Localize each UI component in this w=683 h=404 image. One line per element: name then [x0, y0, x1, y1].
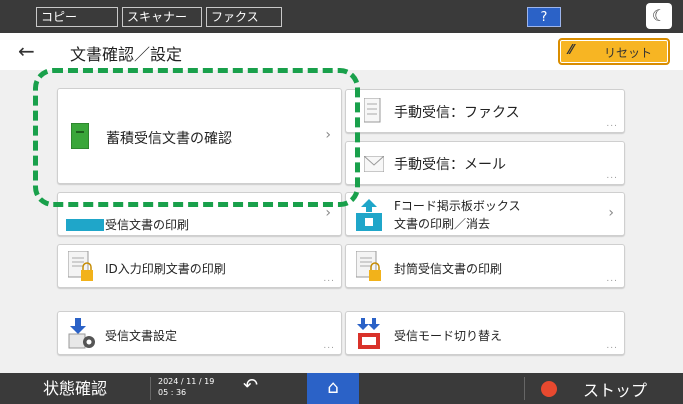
fax-document-icon — [364, 98, 381, 123]
print-received-card[interactable]: 受信文書の印刷 › — [57, 192, 342, 236]
manual-mail-label: 手動受信：メール — [394, 157, 506, 173]
more-icon: ... — [323, 341, 335, 351]
folder-green-icon — [71, 123, 89, 149]
print-received-label: 受信文書の印刷 — [105, 218, 190, 232]
home-icon: ⌂ — [327, 377, 339, 398]
header: ← 文書確認／設定 ⁄⁄ リセット — [0, 33, 683, 70]
reset-icon: ⁄⁄ — [569, 43, 574, 58]
help-button[interactable]: ? — [527, 7, 561, 27]
envelope-print-card[interactable]: 封筒受信文書の印刷 ... — [345, 244, 625, 288]
sleep-button[interactable]: ☾ — [646, 3, 672, 29]
locked-document-icon — [68, 251, 93, 281]
moon-icon: ☾ — [651, 6, 667, 25]
receive-mode-card[interactable]: 受信モード切り替え ... — [345, 311, 625, 355]
status-button[interactable]: 状態確認 — [0, 373, 148, 404]
tab-copy[interactable]: コピー — [36, 7, 118, 27]
manual-mail-card[interactable]: 手動受信：メール ... — [345, 141, 625, 185]
tab-scanner[interactable]: スキャナー — [122, 7, 202, 27]
divider — [150, 377, 151, 400]
date-text: 2024 / 11 / 19 — [158, 377, 215, 386]
envelope-print-label: 封筒受信文書の印刷 — [394, 262, 503, 276]
undo-icon: ↶ — [243, 375, 259, 396]
stored-docs-label: 蓄積受信文書の確認 — [106, 131, 232, 147]
reset-button[interactable]: ⁄⁄ リセット — [558, 38, 670, 65]
main-panel: 蓄積受信文書の確認 › 受信文書の印刷 › ID入力印刷文書の印刷 ... 受信… — [0, 68, 683, 373]
fcode-box-label-2: 文書の印刷／消去 — [394, 217, 491, 231]
more-icon: ... — [606, 274, 618, 284]
more-icon: ... — [606, 341, 618, 351]
settings-document-icon — [68, 318, 95, 349]
chevron-right-icon: › — [608, 205, 614, 221]
chevron-right-icon: › — [325, 205, 331, 221]
printer-icon — [66, 219, 104, 231]
page-title: 文書確認／設定 — [70, 45, 183, 64]
divider — [524, 377, 525, 400]
bulletin-box-icon — [356, 199, 382, 231]
stored-docs-card[interactable]: 蓄積受信文書の確認 › — [57, 88, 342, 184]
manual-fax-card[interactable]: 手動受信：ファクス ... — [345, 89, 625, 133]
fcode-box-label-1: Fコード掲示板ボックス — [394, 199, 521, 213]
received-settings-card[interactable]: 受信文書設定 ... — [57, 311, 342, 355]
receive-mode-label: 受信モード切り替え — [394, 329, 503, 343]
fcode-box-card[interactable]: Fコード掲示板ボックス 文書の印刷／消去 › — [345, 192, 625, 236]
stop-icon — [541, 381, 557, 397]
tab-fax[interactable]: ファクス — [206, 7, 282, 27]
more-icon: ... — [606, 171, 618, 181]
stop-label: ストップ — [583, 381, 648, 400]
locked-document-icon — [356, 251, 381, 281]
more-icon: ... — [606, 119, 618, 129]
home-button[interactable]: ⌂ — [307, 373, 359, 404]
undo-button[interactable]: ↶ — [243, 375, 258, 396]
id-print-label: ID入力印刷文書の印刷 — [105, 262, 226, 276]
reset-label: リセット — [604, 46, 653, 60]
id-print-card[interactable]: ID入力印刷文書の印刷 ... — [57, 244, 342, 288]
manual-fax-label: 手動受信：ファクス — [394, 105, 520, 121]
time-text: 05 : 36 — [158, 388, 187, 397]
bottom-bar: 状態確認 2024 / 11 / 19 05 : 36 ↶ ⌂ ストップ — [0, 373, 683, 404]
back-button[interactable]: ← — [18, 40, 48, 64]
top-bar: コピー スキャナー ファクス ? ☾ — [0, 0, 683, 33]
datetime: 2024 / 11 / 19 05 : 36 — [158, 376, 214, 398]
received-settings-label: 受信文書設定 — [105, 329, 178, 343]
chevron-right-icon: › — [325, 127, 331, 143]
stop-button[interactable]: ストップ — [527, 373, 683, 404]
more-icon: ... — [323, 274, 335, 284]
mail-icon — [364, 156, 384, 172]
fax-mode-icon — [357, 318, 380, 349]
